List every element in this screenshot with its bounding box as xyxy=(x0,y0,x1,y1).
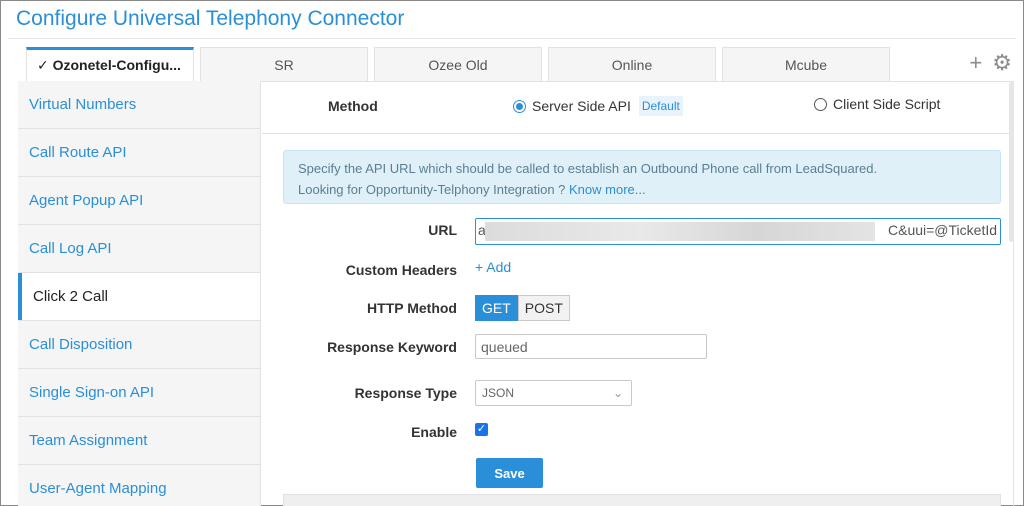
http-method-toggle: GET POST xyxy=(475,295,570,321)
page-title: Configure Universal Telephony Connector xyxy=(16,7,405,30)
gear-icon[interactable]: ⚙ xyxy=(992,52,1012,74)
tab-ozonetel[interactable]: ✓ Ozonetel-Configu... xyxy=(26,47,194,82)
tab-ozee-old[interactable]: Ozee Old xyxy=(374,47,542,82)
default-badge: Default xyxy=(638,96,683,116)
sidebar-item-click-2-call[interactable]: Click 2 Call xyxy=(18,273,260,321)
tab-actions: + ⚙ xyxy=(969,52,1012,74)
client-side-script-label: Client Side Script xyxy=(833,96,941,112)
tab-sr[interactable]: SR xyxy=(200,47,368,82)
title-divider xyxy=(8,38,1016,39)
next-section-strip xyxy=(283,494,1001,506)
main-content: Method Server Side API Default Client Si… xyxy=(262,82,1013,506)
checkmark-icon: ✓ xyxy=(476,423,487,435)
info-line-2: Looking for Opportunity-Telphony Integra… xyxy=(298,179,986,200)
http-get-button[interactable]: GET xyxy=(475,295,518,321)
info-line-2-text: Looking for Opportunity-Telphony Integra… xyxy=(298,182,566,197)
sidebar: Virtual Numbers Call Route API Agent Pop… xyxy=(18,81,261,506)
add-icon[interactable]: + xyxy=(969,52,982,74)
enable-checkbox[interactable]: ✓ xyxy=(475,423,488,436)
response-type-label: Response Type xyxy=(354,385,457,401)
sidebar-item-call-log-api[interactable]: Call Log API xyxy=(18,225,260,273)
response-keyword-label: Response Keyword xyxy=(327,339,457,355)
add-header-link[interactable]: + Add xyxy=(475,259,511,275)
sidebar-item-call-disposition[interactable]: Call Disposition xyxy=(18,321,260,369)
radio-checked-icon[interactable] xyxy=(513,99,526,113)
radio-server-side-api[interactable]: Server Side API Default xyxy=(513,96,683,116)
tab-mcube[interactable]: Mcube xyxy=(722,47,890,82)
response-type-select[interactable]: JSON ⌄ xyxy=(475,380,632,406)
enable-label: Enable xyxy=(411,424,457,440)
url-label: URL xyxy=(428,222,457,238)
chevron-down-icon: ⌄ xyxy=(612,386,623,400)
response-keyword-input[interactable] xyxy=(475,334,707,359)
know-more-link[interactable]: Know more... xyxy=(569,182,646,197)
redacted-url-mask xyxy=(485,222,875,241)
response-type-value: JSON xyxy=(482,386,515,400)
sidebar-item-agent-popup-api[interactable]: Agent Popup API xyxy=(18,177,260,225)
method-row: Method Server Side API Default Client Si… xyxy=(262,82,1013,134)
url-value-end: C&uui=@TicketId xyxy=(888,222,998,238)
tab-online[interactable]: Online xyxy=(548,47,716,82)
sidebar-item-user-agent-mapping[interactable]: User-Agent Mapping xyxy=(18,465,260,506)
sidebar-item-single-sign-on-api[interactable]: Single Sign-on API xyxy=(18,369,260,417)
server-side-api-label: Server Side API xyxy=(532,98,631,114)
http-post-button[interactable]: POST xyxy=(517,295,570,321)
sidebar-item-team-assignment[interactable]: Team Assignment xyxy=(18,417,260,465)
save-button[interactable]: Save xyxy=(476,458,543,488)
radio-unchecked-icon[interactable] xyxy=(814,97,827,111)
info-line-1: Specify the API URL which should be call… xyxy=(298,161,878,176)
http-method-label: HTTP Method xyxy=(367,300,457,316)
custom-headers-label: Custom Headers xyxy=(345,262,457,278)
sidebar-item-call-route-api[interactable]: Call Route API xyxy=(18,129,260,177)
info-alert: Specify the API URL which should be call… xyxy=(283,150,1001,204)
method-label: Method xyxy=(328,98,378,114)
sidebar-item-virtual-numbers[interactable]: Virtual Numbers xyxy=(18,81,260,129)
radio-client-side-script[interactable]: Client Side Script xyxy=(814,96,940,112)
scrollbar-thumb[interactable] xyxy=(1009,82,1014,242)
